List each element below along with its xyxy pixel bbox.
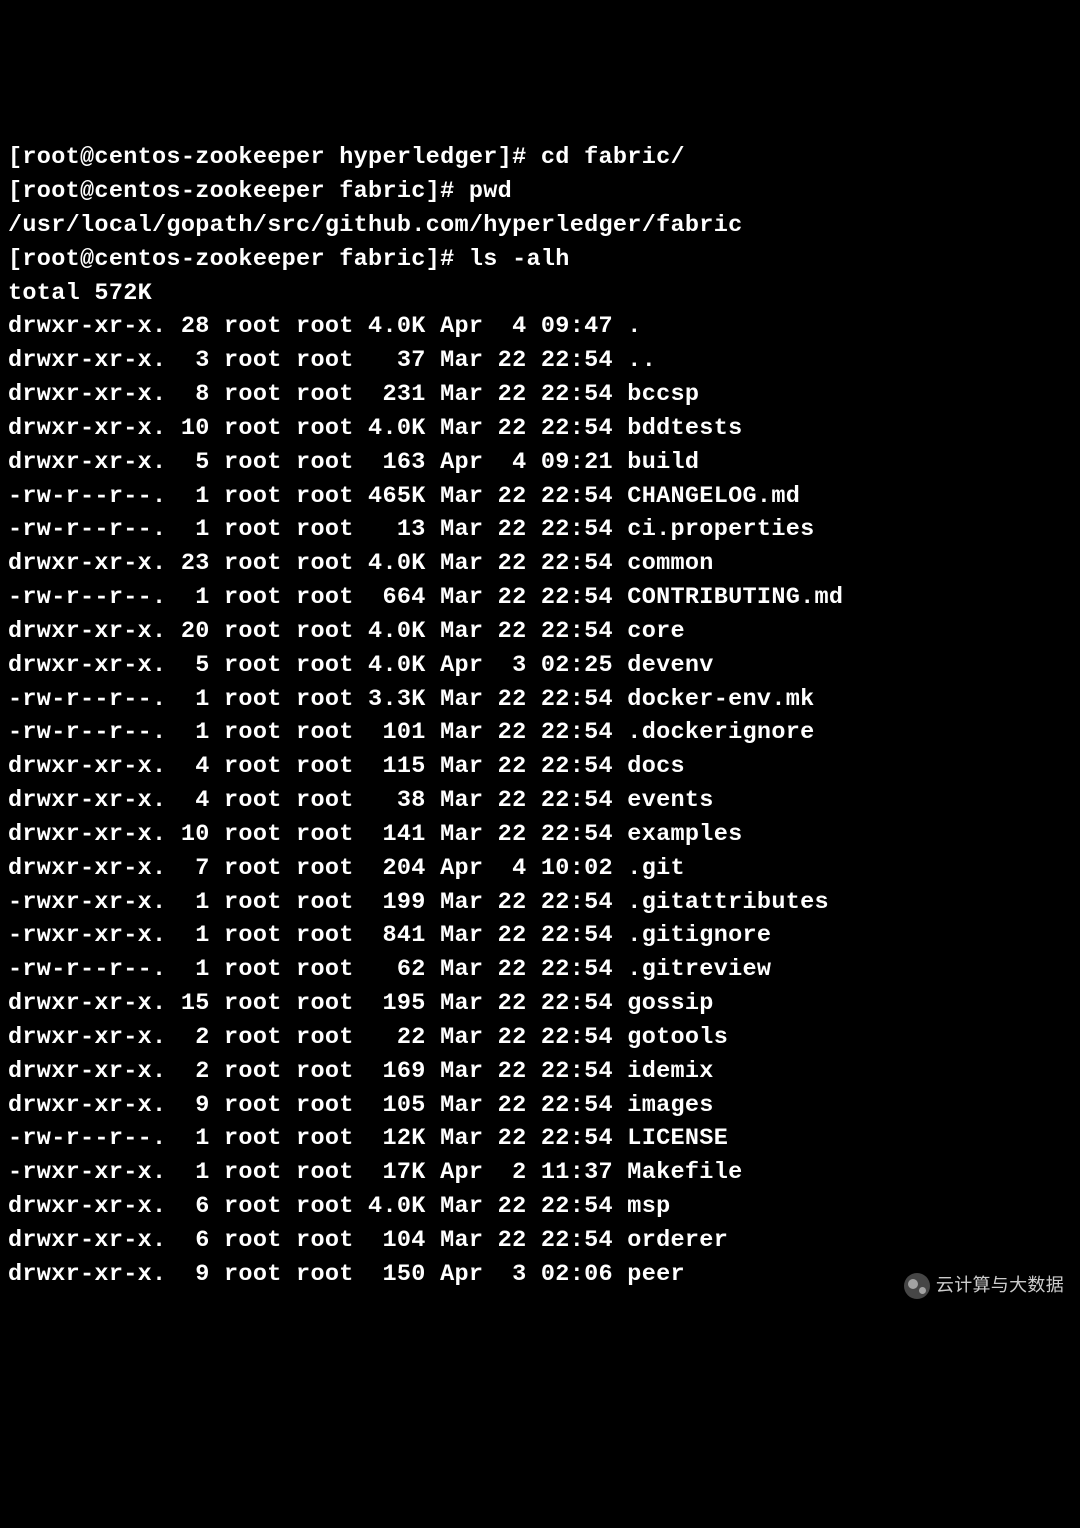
command-line-1: [root@centos-zookeeper hyperledger]# cd … (8, 141, 1072, 175)
terminal-output[interactable]: [root@centos-zookeeper hyperledger]# cd … (8, 141, 1072, 1291)
file-row: -rw-r--r--. 1 root root 101 Mar 22 22:54… (8, 716, 1072, 750)
command: ls -alh (469, 246, 570, 273)
prompt: [root@centos-zookeeper hyperledger]# (8, 144, 541, 171)
prompt: [root@centos-zookeeper fabric]# (8, 246, 469, 273)
file-row: drwxr-xr-x. 6 root root 4.0K Mar 22 22:5… (8, 1190, 1072, 1224)
command: cd fabric/ (541, 144, 685, 171)
file-row: drwxr-xr-x. 23 root root 4.0K Mar 22 22:… (8, 547, 1072, 581)
total-line: total 572K (8, 277, 1072, 311)
file-row: -rwxr-xr-x. 1 root root 841 Mar 22 22:54… (8, 919, 1072, 953)
file-row: drwxr-xr-x. 6 root root 104 Mar 22 22:54… (8, 1224, 1072, 1258)
file-row: drwxr-xr-x. 4 root root 115 Mar 22 22:54… (8, 750, 1072, 784)
file-row: drwxr-xr-x. 28 root root 4.0K Apr 4 09:4… (8, 310, 1072, 344)
file-row: -rw-r--r--. 1 root root 12K Mar 22 22:54… (8, 1122, 1072, 1156)
file-row: drwxr-xr-x. 9 root root 105 Mar 22 22:54… (8, 1089, 1072, 1123)
file-row: drwxr-xr-x. 3 root root 37 Mar 22 22:54 … (8, 344, 1072, 378)
wechat-icon (904, 1273, 930, 1299)
watermark: 云计算与大数据 (904, 1273, 1064, 1299)
file-row: -rwxr-xr-x. 1 root root 199 Mar 22 22:54… (8, 886, 1072, 920)
command-line-2: [root@centos-zookeeper fabric]# pwd (8, 175, 1072, 209)
pwd-output: /usr/local/gopath/src/github.com/hyperle… (8, 209, 1072, 243)
file-row: drwxr-xr-x. 10 root root 4.0K Mar 22 22:… (8, 412, 1072, 446)
file-row: drwxr-xr-x. 5 root root 163 Apr 4 09:21 … (8, 446, 1072, 480)
file-row: drwxr-xr-x. 20 root root 4.0K Mar 22 22:… (8, 615, 1072, 649)
file-row: -rwxr-xr-x. 1 root root 17K Apr 2 11:37 … (8, 1156, 1072, 1190)
file-row: drwxr-xr-x. 15 root root 195 Mar 22 22:5… (8, 987, 1072, 1021)
file-row: -rw-r--r--. 1 root root 62 Mar 22 22:54 … (8, 953, 1072, 987)
file-row: -rw-r--r--. 1 root root 465K Mar 22 22:5… (8, 480, 1072, 514)
prompt: [root@centos-zookeeper fabric]# (8, 178, 469, 205)
file-row: -rw-r--r--. 1 root root 664 Mar 22 22:54… (8, 581, 1072, 615)
command-line-3: [root@centos-zookeeper fabric]# ls -alh (8, 243, 1072, 277)
file-row: drwxr-xr-x. 7 root root 204 Apr 4 10:02 … (8, 852, 1072, 886)
file-listing: drwxr-xr-x. 28 root root 4.0K Apr 4 09:4… (8, 310, 1072, 1291)
file-row: -rw-r--r--. 1 root root 3.3K Mar 22 22:5… (8, 683, 1072, 717)
file-row: drwxr-xr-x. 2 root root 22 Mar 22 22:54 … (8, 1021, 1072, 1055)
file-row: drwxr-xr-x. 10 root root 141 Mar 22 22:5… (8, 818, 1072, 852)
command: pwd (469, 178, 512, 205)
watermark-text: 云计算与大数据 (936, 1273, 1064, 1299)
file-row: drwxr-xr-x. 2 root root 169 Mar 22 22:54… (8, 1055, 1072, 1089)
file-row: -rw-r--r--. 1 root root 13 Mar 22 22:54 … (8, 513, 1072, 547)
file-row: drwxr-xr-x. 8 root root 231 Mar 22 22:54… (8, 378, 1072, 412)
file-row: drwxr-xr-x. 4 root root 38 Mar 22 22:54 … (8, 784, 1072, 818)
file-row: drwxr-xr-x. 5 root root 4.0K Apr 3 02:25… (8, 649, 1072, 683)
